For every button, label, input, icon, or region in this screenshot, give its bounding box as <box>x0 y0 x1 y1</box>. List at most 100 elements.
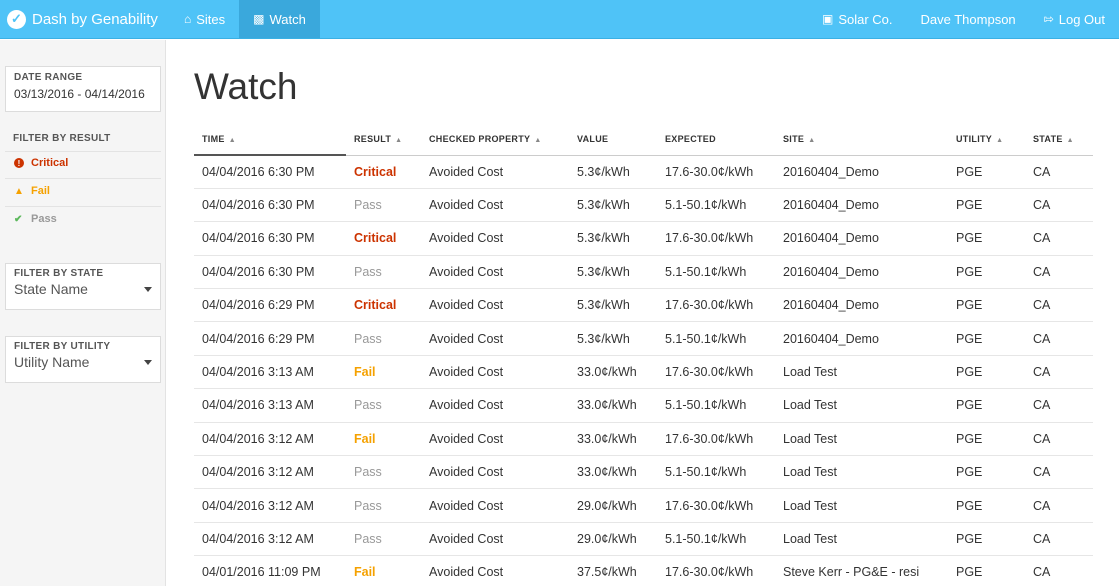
utility-filter-select[interactable]: FILTER BY UTILITY Utility Name <box>5 336 161 383</box>
cell-site: Load Test <box>775 488 948 523</box>
cell-expected: 17.6-30.0¢/kWh <box>657 221 775 256</box>
table-row[interactable]: 04/04/2016 6:30 PM Pass Avoided Cost 5.3¢/k… <box>194 188 1093 223</box>
table-row[interactable]: 04/04/2016 6:29 PM Critical Avoided Cost 5.… <box>194 288 1093 323</box>
cell-utility: PGE <box>948 255 1025 290</box>
state-select-placeholder: State Name <box>14 281 88 297</box>
company-name: Solar Co. <box>838 11 893 27</box>
cell-site: 20160404_Demo <box>775 321 948 356</box>
cell-expected: 17.6-30.0¢/kWh <box>657 555 775 586</box>
table-row[interactable]: 04/01/2016 11:09 PM Fail Avoided Cost 37.5¢… <box>194 555 1093 586</box>
cell-checked-property: Avoided Cost <box>421 555 569 586</box>
cell-state: CA <box>1025 422 1093 457</box>
brand[interactable]: ✓ Dash by Genability <box>0 0 170 38</box>
cell-value: 5.3¢/kWh <box>569 221 657 256</box>
filter-result-label-pass: Pass <box>31 213 57 225</box>
cell-state: CA <box>1025 388 1093 423</box>
sort-arrow-icon: ▲ <box>395 137 403 145</box>
cell-checked-property: Avoided Cost <box>421 321 569 356</box>
cell-expected: 17.6-30.0¢/kWh <box>657 355 775 390</box>
caret-down-icon <box>144 359 152 365</box>
cell-utility: PGE <box>948 422 1025 457</box>
table-row[interactable]: 04/04/2016 6:30 PM Critical Avoided Cost 5.… <box>194 155 1093 189</box>
cell-value: 5.3¢/kWh <box>569 188 657 223</box>
table-row[interactable]: 04/04/2016 3:13 AM Fail Avoided Cost 33.0¢/… <box>194 355 1093 390</box>
column-header-state[interactable]: STATE ▲ <box>1025 124 1093 156</box>
cell-utility: PGE <box>948 388 1025 423</box>
cell-site: 20160404_Demo <box>775 255 948 290</box>
table-row[interactable]: 04/04/2016 3:12 AM Pass Avoided Cost 29.0¢/… <box>194 488 1093 523</box>
cell-time: 04/04/2016 3:12 AM <box>194 422 346 457</box>
filter-result-critical[interactable]: ! Critical <box>14 157 68 169</box>
table-row[interactable]: 04/04/2016 3:12 AM Pass Avoided Cost 33.0¢/… <box>194 455 1093 490</box>
column-header-result[interactable]: RESULT ▲ <box>346 124 421 156</box>
filter-result-label-critical: Critical <box>31 157 69 169</box>
nav-item-sites[interactable]: ⌂ Sites <box>170 0 239 38</box>
cell-checked-property: Avoided Cost <box>421 255 569 290</box>
cell-state: CA <box>1025 488 1093 523</box>
table-row[interactable]: 04/04/2016 3:12 AM Pass Avoided Cost 29.0¢/… <box>194 522 1093 557</box>
column-header-site[interactable]: SITE ▲ <box>775 124 948 156</box>
cell-time: 04/04/2016 6:29 PM <box>194 288 346 323</box>
table-row[interactable]: 04/04/2016 6:30 PM Pass Avoided Cost 5.3¢/k… <box>194 255 1093 290</box>
table-row[interactable]: 04/04/2016 6:29 PM Pass Avoided Cost 5.3¢/k… <box>194 321 1093 356</box>
column-header-checked-property[interactable]: CHECKED PROPERTY ▲ <box>421 124 569 156</box>
logout-label: Log Out <box>1058 11 1105 27</box>
cell-checked-property: Avoided Cost <box>421 355 569 390</box>
filter-result-fail[interactable]: ▲ Fail <box>14 185 50 197</box>
cell-checked-property: Avoided Cost <box>421 422 569 457</box>
column-header-label: EXPECTED <box>665 134 716 145</box>
user-menu[interactable]: Dave Thompson <box>907 0 1030 38</box>
filter-state-label: FILTER BY STATE <box>14 268 104 279</box>
column-header-expected[interactable]: EXPECTED <box>657 124 775 156</box>
cell-value: 33.0¢/kWh <box>569 455 657 490</box>
cell-state: CA <box>1025 455 1093 490</box>
cell-value: 29.0¢/kWh <box>569 488 657 523</box>
column-header-label: UTILITY <box>956 134 993 145</box>
cell-time: 04/04/2016 6:30 PM <box>194 255 346 290</box>
cell-result: Fail <box>346 355 421 390</box>
cell-value: 5.3¢/kWh <box>569 255 657 290</box>
cell-time: 04/04/2016 3:13 AM <box>194 355 346 390</box>
cell-site: Load Test <box>775 422 948 457</box>
cell-result: Critical <box>346 288 421 323</box>
date-range-value: 03/13/2016 - 04/14/2016 <box>14 87 145 101</box>
cell-expected: 5.1-50.1¢/kWh <box>657 522 775 557</box>
top-navbar: ✓ Dash by Genability ⌂ Sites ▩ Watch ▣ S… <box>0 0 1119 39</box>
cell-value: 5.3¢/kWh <box>569 288 657 323</box>
cell-value: 33.0¢/kWh <box>569 355 657 390</box>
warning-triangle-icon: ▲ <box>14 185 24 197</box>
table-body: 04/04/2016 6:30 PM Critical Avoided Cost 5.… <box>194 155 1093 586</box>
cell-time: 04/04/2016 6:30 PM <box>194 188 346 223</box>
cell-state: CA <box>1025 155 1093 189</box>
cell-checked-property: Avoided Cost <box>421 522 569 557</box>
column-header-value[interactable]: VALUE <box>569 124 657 156</box>
sign-out-icon: ⇰ <box>1043 12 1054 26</box>
cell-state: CA <box>1025 188 1093 223</box>
table-row[interactable]: 04/04/2016 3:13 AM Pass Avoided Cost 33.0¢/… <box>194 388 1093 423</box>
state-filter-select[interactable]: FILTER BY STATE State Name <box>5 263 161 310</box>
table-row[interactable]: 04/04/2016 6:30 PM Critical Avoided Cost 5.… <box>194 221 1093 256</box>
cell-value: 33.0¢/kWh <box>569 422 657 457</box>
cell-expected: 17.6-30.0¢/kWh <box>657 288 775 323</box>
column-header-label: STATE <box>1033 134 1063 145</box>
cell-result: Pass <box>346 488 421 523</box>
logout-button[interactable]: ⇰ Log Out <box>1030 0 1119 38</box>
filter-result-pass[interactable]: ✔ Pass <box>14 213 57 225</box>
home-icon: ⌂ <box>184 12 192 26</box>
date-range-label: DATE RANGE <box>14 72 83 83</box>
sort-arrow-icon: ▲ <box>534 137 542 145</box>
nav-item-watch[interactable]: ▩ Watch <box>239 0 320 38</box>
column-header-utility[interactable]: UTILITY ▲ <box>948 124 1025 156</box>
date-range-picker[interactable]: DATE RANGE 03/13/2016 - 04/14/2016 <box>5 66 161 112</box>
cell-value: 33.0¢/kWh <box>569 388 657 423</box>
cell-utility: PGE <box>948 155 1025 189</box>
company-menu[interactable]: ▣ Solar Co. <box>808 0 907 38</box>
cell-expected: 5.1-50.1¢/kWh <box>657 255 775 290</box>
cell-expected: 17.6-30.0¢/kWh <box>657 422 775 457</box>
column-header-time[interactable]: TIME ▲ <box>194 124 346 156</box>
table-row[interactable]: 04/04/2016 3:12 AM Fail Avoided Cost 33.0¢/… <box>194 422 1093 457</box>
filter-result-label: FILTER BY RESULT <box>13 133 111 144</box>
cell-site: 20160404_Demo <box>775 188 948 223</box>
cell-site: Load Test <box>775 455 948 490</box>
cell-site: 20160404_Demo <box>775 155 948 189</box>
